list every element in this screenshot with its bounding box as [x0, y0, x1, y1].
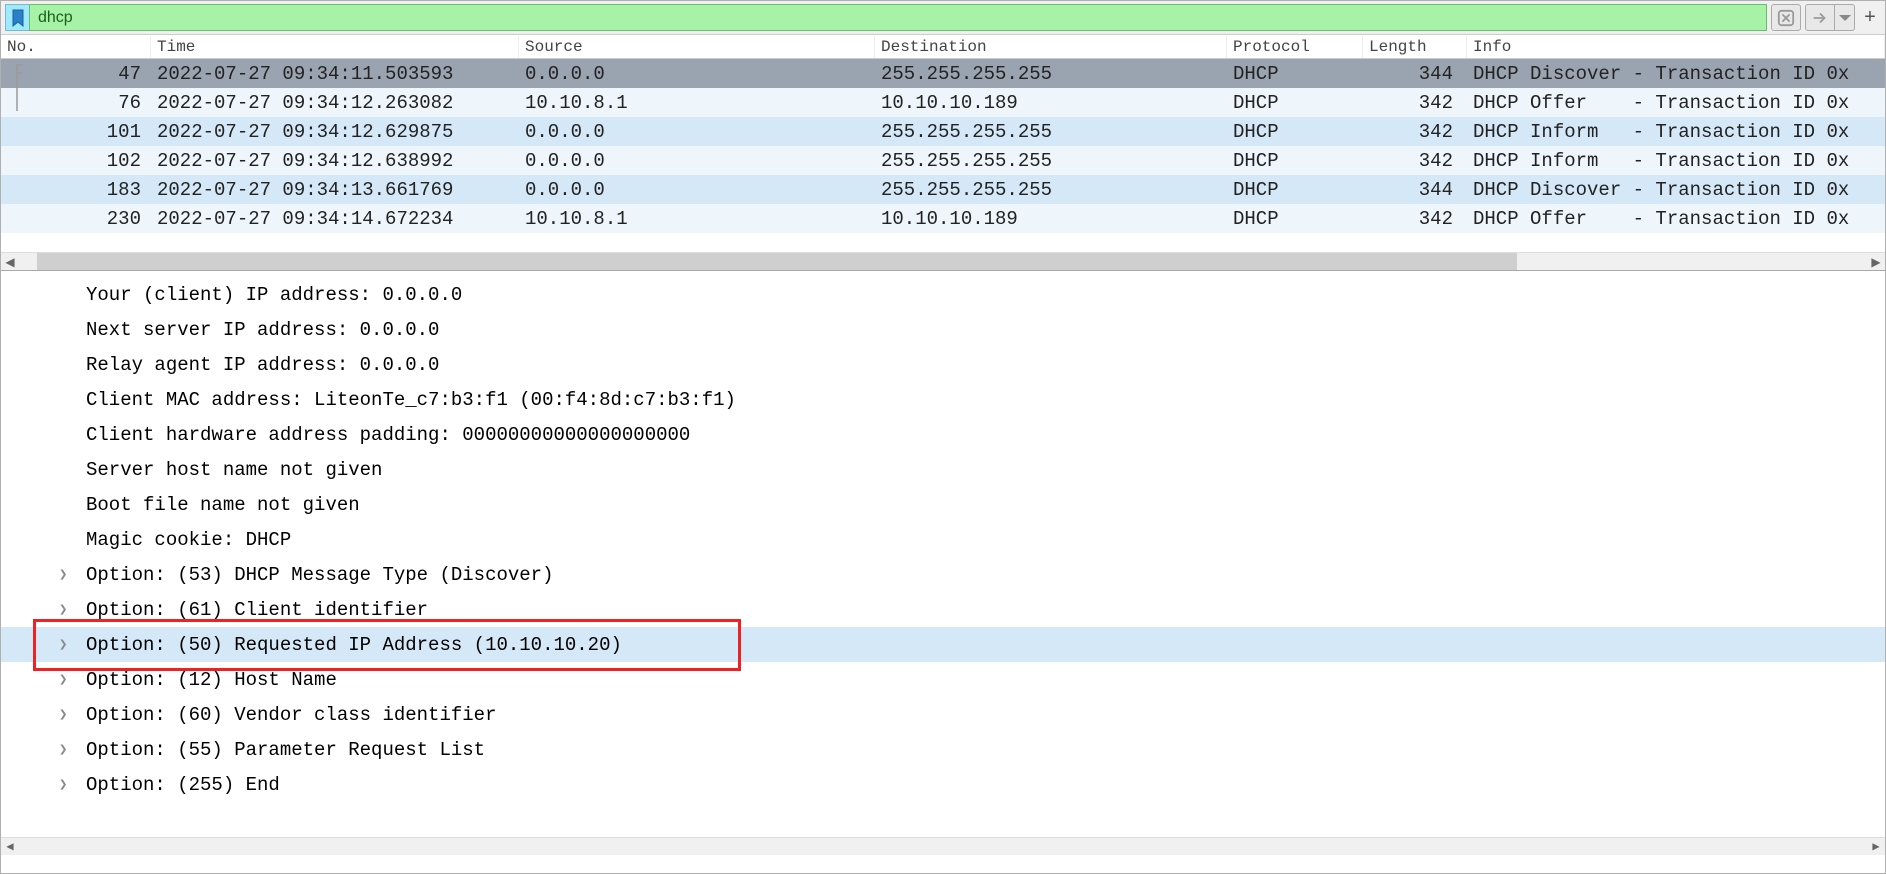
scroll-left-icon[interactable]: ◀ — [1, 838, 19, 855]
cell-info: DHCP Discover - Transaction ID 0x — [1467, 179, 1885, 201]
cell-info: DHCP Offer - Transaction ID 0x — [1467, 208, 1885, 230]
cell-proto: DHCP — [1227, 150, 1363, 172]
cell-len: 344 — [1363, 179, 1467, 201]
cell-no: 230 — [1, 208, 151, 230]
col-header-destination[interactable]: Destination — [875, 36, 1227, 58]
expand-icon[interactable]: ❯ — [59, 636, 73, 653]
add-filter-button[interactable]: + — [1859, 4, 1881, 31]
scroll-right-icon[interactable]: ▶ — [1867, 253, 1885, 270]
detail-option-50[interactable]: ❯Option: (50) Requested IP Address (10.1… — [1, 627, 1885, 662]
apply-filter-button[interactable] — [1805, 4, 1835, 31]
packet-row[interactable]: 2302022-07-27 09:34:14.67223410.10.8.110… — [1, 204, 1885, 233]
packet-list-header: No. Time Source Destination Protocol Len… — [1, 35, 1885, 59]
bookmark-icon[interactable] — [5, 4, 29, 31]
cell-dst: 255.255.255.255 — [875, 150, 1227, 172]
detail-relay-agent-ip[interactable]: Relay agent IP address: 0.0.0.0 — [1, 347, 1885, 382]
detail-option-53[interactable]: ❯Option: (53) DHCP Message Type (Discove… — [1, 557, 1885, 592]
packet-list-pane: No. Time Source Destination Protocol Len… — [1, 35, 1885, 271]
filter-toolbar: + — [1, 1, 1885, 35]
detail-next-server-ip[interactable]: Next server IP address: 0.0.0.0 — [1, 312, 1885, 347]
packet-list-body[interactable]: 472022-07-27 09:34:11.5035930.0.0.0255.2… — [1, 59, 1885, 252]
scroll-left-icon[interactable]: ◀ — [1, 253, 19, 270]
detail-option-60[interactable]: ❯Option: (60) Vendor class identifier — [1, 697, 1885, 732]
detail-magic-cookie[interactable]: Magic cookie: DHCP — [1, 522, 1885, 557]
col-header-no[interactable]: No. — [1, 36, 151, 58]
col-header-source[interactable]: Source — [519, 36, 875, 58]
col-header-info[interactable]: Info — [1467, 36, 1885, 58]
col-header-length[interactable]: Length — [1363, 36, 1467, 58]
cell-time: 2022-07-27 09:34:12.263082 — [151, 92, 519, 114]
cell-len: 344 — [1363, 63, 1467, 85]
cell-info: DHCP Inform - Transaction ID 0x — [1467, 121, 1885, 143]
cell-proto: DHCP — [1227, 179, 1363, 201]
related-packets-bracket-icon — [11, 59, 25, 117]
packet-details-body[interactable]: Your (client) IP address: 0.0.0.0 Next s… — [1, 277, 1885, 837]
cell-time: 2022-07-27 09:34:14.672234 — [151, 208, 519, 230]
packet-row[interactable]: 1012022-07-27 09:34:12.6298750.0.0.0255.… — [1, 117, 1885, 146]
cell-src: 10.10.8.1 — [519, 92, 875, 114]
cell-proto: DHCP — [1227, 92, 1363, 114]
cell-time: 2022-07-27 09:34:12.629875 — [151, 121, 519, 143]
cell-len: 342 — [1363, 208, 1467, 230]
detail-option-61[interactable]: ❯Option: (61) Client identifier — [1, 592, 1885, 627]
cell-time: 2022-07-27 09:34:13.661769 — [151, 179, 519, 201]
cell-proto: DHCP — [1227, 63, 1363, 85]
packet-row[interactable]: 1832022-07-27 09:34:13.6617690.0.0.0255.… — [1, 175, 1885, 204]
cell-src: 0.0.0.0 — [519, 121, 875, 143]
cell-time: 2022-07-27 09:34:11.503593 — [151, 63, 519, 85]
display-filter-input[interactable] — [29, 4, 1767, 31]
cell-dst: 10.10.10.189 — [875, 92, 1227, 114]
clear-filter-button[interactable] — [1771, 4, 1801, 31]
detail-option-12[interactable]: ❯Option: (12) Host Name — [1, 662, 1885, 697]
expand-icon[interactable]: ❯ — [59, 671, 73, 688]
cell-no: 183 — [1, 179, 151, 201]
filter-history-dropdown[interactable] — [1835, 4, 1855, 31]
packet-row[interactable]: 472022-07-27 09:34:11.5035930.0.0.0255.2… — [1, 59, 1885, 88]
scrollbar-thumb[interactable] — [37, 253, 1517, 270]
expand-icon[interactable]: ❯ — [59, 566, 73, 583]
details-hscrollbar[interactable]: ◀ ▶ — [1, 837, 1885, 855]
expand-icon[interactable]: ❯ — [59, 776, 73, 793]
col-header-protocol[interactable]: Protocol — [1227, 36, 1363, 58]
detail-option-255[interactable]: ❯Option: (255) End — [1, 767, 1885, 802]
detail-hw-padding[interactable]: Client hardware address padding: 0000000… — [1, 417, 1885, 452]
cell-proto: DHCP — [1227, 121, 1363, 143]
cell-proto: DHCP — [1227, 208, 1363, 230]
cell-no: 102 — [1, 150, 151, 172]
packet-row[interactable]: 762022-07-27 09:34:12.26308210.10.8.110.… — [1, 88, 1885, 117]
scroll-right-icon[interactable]: ▶ — [1867, 838, 1885, 855]
cell-len: 342 — [1363, 92, 1467, 114]
cell-info: DHCP Discover - Transaction ID 0x — [1467, 63, 1885, 85]
cell-len: 342 — [1363, 150, 1467, 172]
cell-src: 10.10.8.1 — [519, 208, 875, 230]
cell-len: 342 — [1363, 121, 1467, 143]
detail-your-ip[interactable]: Your (client) IP address: 0.0.0.0 — [1, 277, 1885, 312]
detail-server-host-name[interactable]: Server host name not given — [1, 452, 1885, 487]
cell-time: 2022-07-27 09:34:12.638992 — [151, 150, 519, 172]
detail-boot-file-name[interactable]: Boot file name not given — [1, 487, 1885, 522]
col-header-time[interactable]: Time — [151, 36, 519, 58]
cell-dst: 255.255.255.255 — [875, 179, 1227, 201]
cell-dst: 10.10.10.189 — [875, 208, 1227, 230]
detail-client-mac[interactable]: Client MAC address: LiteonTe_c7:b3:f1 (0… — [1, 382, 1885, 417]
cell-no: 101 — [1, 121, 151, 143]
cell-info: DHCP Offer - Transaction ID 0x — [1467, 92, 1885, 114]
cell-src: 0.0.0.0 — [519, 179, 875, 201]
expand-icon[interactable]: ❯ — [59, 706, 73, 723]
detail-option-55[interactable]: ❯Option: (55) Parameter Request List — [1, 732, 1885, 767]
expand-icon[interactable]: ❯ — [59, 601, 73, 618]
cell-src: 0.0.0.0 — [519, 63, 875, 85]
packet-row[interactable]: 1022022-07-27 09:34:12.6389920.0.0.0255.… — [1, 146, 1885, 175]
cell-info: DHCP Inform - Transaction ID 0x — [1467, 150, 1885, 172]
cell-src: 0.0.0.0 — [519, 150, 875, 172]
expand-icon[interactable]: ❯ — [59, 741, 73, 758]
cell-dst: 255.255.255.255 — [875, 121, 1227, 143]
cell-dst: 255.255.255.255 — [875, 63, 1227, 85]
packet-list-hscrollbar[interactable]: ◀ ▶ — [1, 252, 1885, 270]
packet-details-pane: Your (client) IP address: 0.0.0.0 Next s… — [1, 271, 1885, 855]
